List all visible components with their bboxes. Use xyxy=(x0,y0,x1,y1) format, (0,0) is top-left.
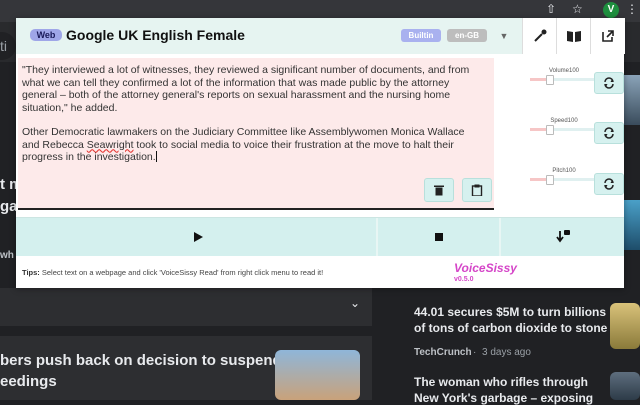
speed-reset-button[interactable] xyxy=(594,122,624,144)
story-headline[interactable]: New York's garbage – exposing xyxy=(414,391,593,405)
download-audio-button[interactable] xyxy=(501,218,624,256)
pitch-label: Pitch100 xyxy=(552,168,576,174)
slider-thumb[interactable] xyxy=(546,175,555,185)
bg-fragment: wh xyxy=(0,250,14,261)
book-icon xyxy=(567,31,581,42)
story-separator: · xyxy=(473,347,477,358)
language-badge: en-GB xyxy=(447,29,487,42)
profile-avatar[interactable]: V xyxy=(603,2,619,18)
news-thumbnail[interactable] xyxy=(610,303,640,349)
play-button[interactable] xyxy=(16,218,376,256)
volume-label: Volume100 xyxy=(548,68,580,74)
headline[interactable]: eedings xyxy=(0,373,57,390)
slider-thumb[interactable] xyxy=(546,125,555,135)
volume-slider[interactable]: Volume100 xyxy=(526,68,596,88)
stop-icon xyxy=(435,233,443,241)
side-thumbnail[interactable] xyxy=(624,75,640,125)
star-icon[interactable]: ☆ xyxy=(572,2,583,16)
playback-controls xyxy=(16,217,624,256)
story-time: 3 days ago xyxy=(482,347,531,358)
eyedropper-icon xyxy=(534,29,547,42)
voice-name[interactable]: Google UK English Female xyxy=(66,27,245,43)
brand-logo: VoiceSissy xyxy=(454,261,517,275)
text-paragraph: "They interviewed a lot of witnesses, th… xyxy=(22,64,482,114)
speed-slider[interactable]: Speed100 xyxy=(526,118,596,138)
external-link-icon xyxy=(602,30,614,42)
headline[interactable]: bers push back on decision to suspend xyxy=(0,352,282,369)
volume-reset-button[interactable] xyxy=(594,72,624,94)
news-thumbnail[interactable] xyxy=(275,350,360,400)
pitch-slider[interactable]: Pitch100 xyxy=(526,168,596,188)
story-headline[interactable]: of tons of carbon dioxide to stone xyxy=(414,321,607,335)
text-caret xyxy=(155,151,157,162)
paste-button[interactable] xyxy=(462,178,492,202)
voice-dropdown-icon[interactable]: ▼ xyxy=(496,28,512,44)
reader-button[interactable] xyxy=(556,18,591,54)
side-thumbnail[interactable] xyxy=(624,200,640,250)
trash-icon xyxy=(434,185,444,196)
play-icon xyxy=(194,232,203,242)
news-thumbnail[interactable] xyxy=(610,372,640,400)
reset-icon xyxy=(604,178,614,190)
speed-label: Speed100 xyxy=(550,118,578,124)
stop-button[interactable] xyxy=(378,218,499,256)
tips-label: Tips: xyxy=(22,268,40,277)
reset-icon xyxy=(604,77,614,89)
menu-icon[interactable]: ⋮ xyxy=(626,2,638,16)
web-badge: Web xyxy=(30,29,62,41)
voicesissy-popup: Web Google UK English Female Builtin en-… xyxy=(16,18,625,288)
tips-body: Select text on a webpage and click 'Voic… xyxy=(39,268,324,277)
pitch-reset-button[interactable] xyxy=(594,173,624,195)
download-icon xyxy=(556,230,570,243)
picker-button[interactable] xyxy=(522,18,557,54)
tips-text: Tips: Select text on a webpage and click… xyxy=(22,268,323,277)
chevron-down-icon[interactable]: ⌄ xyxy=(350,296,360,310)
misspelled-word[interactable]: Seawright xyxy=(87,139,134,151)
story-headline[interactable]: 44.01 secures $5M to turn billions xyxy=(414,305,606,319)
reset-icon xyxy=(604,127,614,139)
version-label: v0.5.0 xyxy=(454,276,474,283)
clear-text-button[interactable] xyxy=(424,178,454,202)
clipboard-icon xyxy=(471,184,483,196)
paragraph-1-text: "They interviewed a lot of witnesses, th… xyxy=(22,64,470,114)
slider-thumb[interactable] xyxy=(546,75,555,85)
share-icon[interactable]: ⇧ xyxy=(546,2,556,16)
story-source: TechCrunch xyxy=(414,347,472,358)
text-paragraph: Other Democratic lawmakers on the Judici… xyxy=(22,126,482,164)
open-external-button[interactable] xyxy=(590,18,625,54)
omnibox-text: ti xyxy=(0,38,7,54)
story-headline[interactable]: The woman who rifles through xyxy=(414,375,588,389)
bg-fragment: ga xyxy=(0,198,18,215)
builtin-badge: Builtin xyxy=(401,29,441,42)
text-input-area[interactable]: "They interviewed a lot of witnesses, th… xyxy=(18,58,494,210)
news-card-left[interactable] xyxy=(0,288,372,326)
popup-header: Web Google UK English Female Builtin en-… xyxy=(16,18,625,54)
